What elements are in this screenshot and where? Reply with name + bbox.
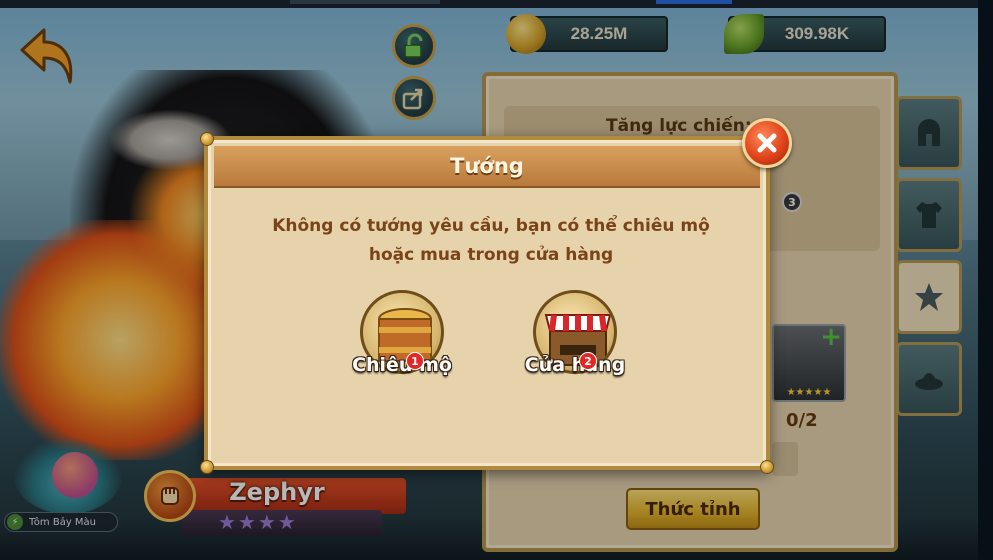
recruit-option[interactable]: Chiêu mộ 1 [342, 290, 462, 390]
shop-option[interactable]: Cửa hàng 2 [515, 290, 635, 390]
shop-badge: 2 [579, 352, 597, 370]
dialog-header: Tướng [214, 146, 760, 188]
shop-label: Cửa hàng [524, 354, 626, 376]
corner-ornament [760, 460, 774, 474]
dialog-message: Không có tướng yêu cầu, bạn có thể chiêu… [272, 216, 710, 265]
corner-ornament [200, 460, 214, 474]
dialog-title: Tướng [450, 154, 524, 178]
close-icon [757, 133, 777, 153]
close-button[interactable] [742, 118, 792, 168]
hero-required-dialog: Tướng Không có tướng yêu cầu, bạn có thể… [200, 118, 792, 474]
recruit-label: Chiêu mộ [352, 354, 452, 376]
corner-ornament [200, 132, 214, 146]
recruit-badge: 1 [406, 352, 424, 370]
